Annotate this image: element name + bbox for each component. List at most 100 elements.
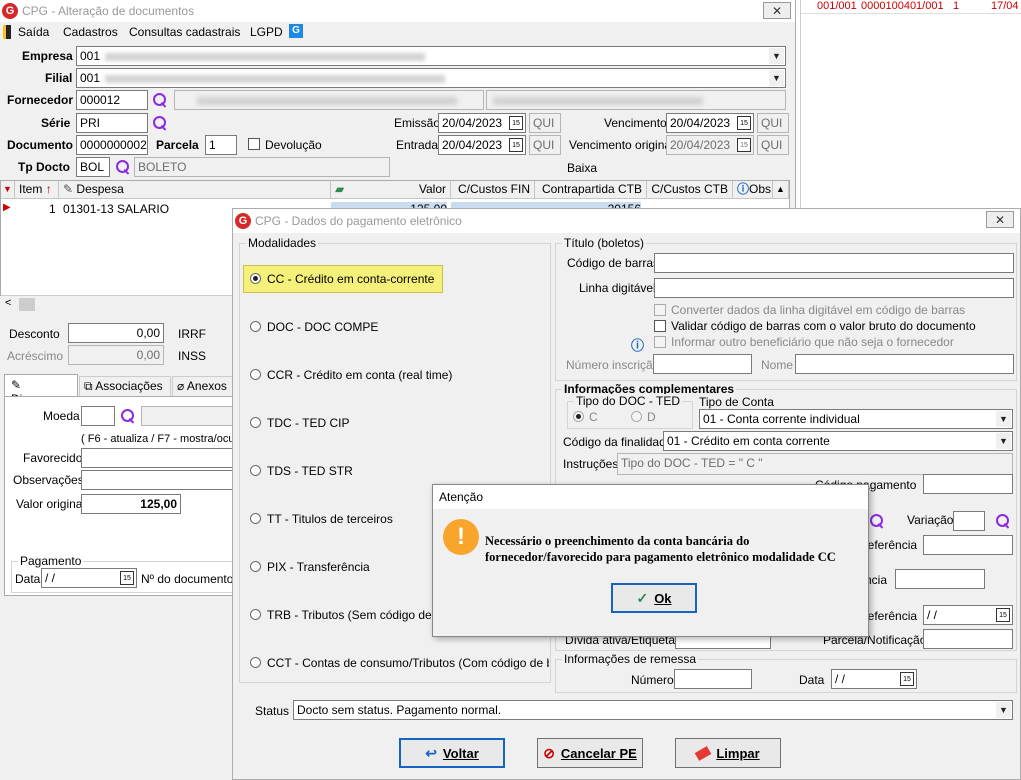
- search-icon[interactable]: [995, 513, 1011, 529]
- modalidade-label[interactable]: TDC - TED CIP: [267, 416, 349, 430]
- calendar-icon[interactable]: 15: [120, 571, 134, 585]
- data-label: Data: [15, 572, 41, 586]
- check-icon: ✓: [636, 589, 649, 606]
- modalidade-radio[interactable]: [250, 657, 261, 668]
- info-icon: ⓘ: [737, 182, 750, 196]
- observacoes-field[interactable]: [81, 470, 245, 490]
- modalidade-radio[interactable]: [250, 369, 261, 380]
- data-field[interactable]: / /15: [41, 568, 137, 588]
- modalidade-label[interactable]: DOC - DOC COMPE: [267, 320, 378, 334]
- ok-button[interactable]: ✓ Ok: [611, 583, 697, 613]
- search-icon[interactable]: [115, 159, 131, 175]
- tp-docto-field[interactable]: BOL: [76, 157, 110, 177]
- remessa-data-field[interactable]: / /15: [831, 669, 917, 689]
- tipo-conta-select[interactable]: 01 - Conta corrente individual ▼: [699, 409, 1013, 429]
- parcela-field[interactable]: 1: [205, 135, 237, 155]
- grid-header-obs[interactable]: ⓘObs: [733, 181, 773, 199]
- search-icon[interactable]: [869, 513, 885, 529]
- parcela-notificacao-field[interactable]: [923, 629, 1013, 649]
- limpar-button[interactable]: Limpar: [675, 738, 781, 768]
- modalidade-radio[interactable]: [250, 561, 261, 572]
- calendar-icon[interactable]: 15: [509, 138, 523, 152]
- favorecido-label: Favorecido: [23, 451, 83, 465]
- remessa-numero-field[interactable]: [674, 669, 752, 689]
- attach-icon: ⌀: [177, 379, 185, 393]
- search-icon[interactable]: [152, 92, 168, 108]
- linha-digitavel-field[interactable]: [654, 278, 1014, 298]
- modalidade-radio[interactable]: [250, 273, 261, 284]
- grid-header-ccustos-fin[interactable]: C/Custos FIN: [451, 181, 535, 199]
- referencia-field[interactable]: [923, 535, 1013, 555]
- menu-lgpd[interactable]: LGPD: [250, 25, 283, 39]
- modalidade-label[interactable]: TT - Titulos de terceiros: [267, 512, 393, 526]
- modalidade-label[interactable]: TDS - TED STR: [267, 464, 353, 478]
- codigo-barras-field[interactable]: [654, 253, 1014, 273]
- grid-header-valor[interactable]: ▰ Valor: [331, 181, 451, 199]
- modalidade-radio[interactable]: [250, 321, 261, 332]
- menu-consultas[interactable]: Consultas cadastrais: [129, 25, 240, 39]
- menu-bar: Saída Cadastros Consultas cadastrais LGP…: [0, 22, 796, 42]
- grid-header-despesa[interactable]: ✎ Despesa: [59, 181, 331, 199]
- referencia2-field[interactable]: [895, 569, 985, 589]
- voltar-button[interactable]: ↩ Voltar: [399, 738, 505, 768]
- search-icon[interactable]: [120, 408, 136, 424]
- grid-header-item[interactable]: Item ↑: [15, 181, 59, 199]
- referencia3-field[interactable]: / /15: [923, 605, 1013, 625]
- warning-icon: !: [443, 519, 479, 555]
- emissao-field[interactable]: 20/04/2023 15: [438, 113, 526, 133]
- menu-saida[interactable]: Saída: [18, 25, 49, 39]
- search-icon[interactable]: [152, 115, 168, 131]
- menu-cadastros[interactable]: Cadastros: [63, 25, 118, 39]
- valor-original-label: Valor original: [16, 497, 86, 511]
- fornecedor-field[interactable]: 000012: [76, 90, 148, 110]
- filial-field[interactable]: 001 ▼: [76, 68, 786, 88]
- valor-original-field[interactable]: 125,00: [81, 494, 181, 514]
- favorecido-field[interactable]: [81, 448, 245, 468]
- empresa-field[interactable]: 001 ▼: [76, 46, 786, 66]
- row-despesa: 01301-13 SALARIO: [63, 202, 170, 216]
- fornecedor-extra: [486, 90, 786, 110]
- tp-docto-desc: BOLETO: [134, 157, 390, 177]
- close-icon[interactable]: ✕: [763, 2, 791, 19]
- validar-checkbox[interactable]: [654, 320, 666, 332]
- remessa-data-label: Data: [799, 673, 825, 687]
- devolucao-checkbox[interactable]: [248, 138, 260, 150]
- entrada-field[interactable]: 20/04/2023 15: [438, 135, 526, 155]
- cancelar-pe-button[interactable]: ⊘ Cancelar PE: [537, 738, 643, 768]
- modalidade-radio[interactable]: [250, 609, 261, 620]
- vencimento-original-label: Vencimento original: [569, 138, 674, 152]
- modalidade-label[interactable]: CCR - Crédito em conta (real time): [267, 368, 452, 382]
- help-icon[interactable]: G: [289, 24, 303, 38]
- documento-field[interactable]: 0000000002: [76, 135, 148, 155]
- status-select[interactable]: Docto sem status. Pagamento normal. ▼: [293, 700, 1013, 720]
- emissao-dow: QUI: [529, 113, 561, 133]
- desconto-field[interactable]: 0,00: [68, 323, 164, 343]
- vencimento-field[interactable]: 20/04/2023 15: [666, 113, 754, 133]
- calendar-icon[interactable]: 15: [509, 116, 523, 130]
- modalidade-radio[interactable]: [250, 513, 261, 524]
- modalidade-radio[interactable]: [250, 465, 261, 476]
- calendar-icon[interactable]: 15: [737, 116, 751, 130]
- codigo-finalidade-select[interactable]: 01 - Crédito em conta corrente ▼: [663, 431, 1013, 451]
- modalidade-label[interactable]: CCT - Contas de consumo/Tributos (Com có…: [267, 656, 549, 670]
- numero-inscricao-field[interactable]: [653, 354, 752, 374]
- background-grid-row[interactable]: 001/001 0000100401/001 1 17/04: [801, 0, 1021, 14]
- serie-field[interactable]: PRI: [76, 113, 148, 133]
- tab-associacoes[interactable]: ⧉ Associações: [79, 376, 171, 396]
- modalidade-label[interactable]: PIX - Transferência: [267, 560, 370, 574]
- grid-header-contrapartida[interactable]: Contrapartida CTB: [535, 181, 647, 199]
- variacao-field[interactable]: [953, 511, 985, 531]
- moeda-field[interactable]: [81, 406, 115, 426]
- close-icon[interactable]: ✕: [986, 211, 1014, 228]
- modalidade-radio[interactable]: [250, 417, 261, 428]
- codigo-pagamento-field[interactable]: [923, 474, 1013, 494]
- calendar-icon[interactable]: 15: [900, 672, 914, 686]
- calendar-icon[interactable]: 15: [996, 608, 1010, 622]
- nome-field[interactable]: [795, 354, 1014, 374]
- modalidades-title: Modalidades: [246, 236, 319, 250]
- modalidade-label[interactable]: CC - Crédito em conta-corrente: [267, 272, 434, 286]
- tab-diversos[interactable]: ✎ Diversos: [4, 374, 78, 406]
- grid-header-ccustos-ctb[interactable]: C/Custos CTB: [647, 181, 733, 199]
- eraser-icon: [695, 745, 712, 761]
- grid-scroll-up[interactable]: ▲: [773, 181, 789, 199]
